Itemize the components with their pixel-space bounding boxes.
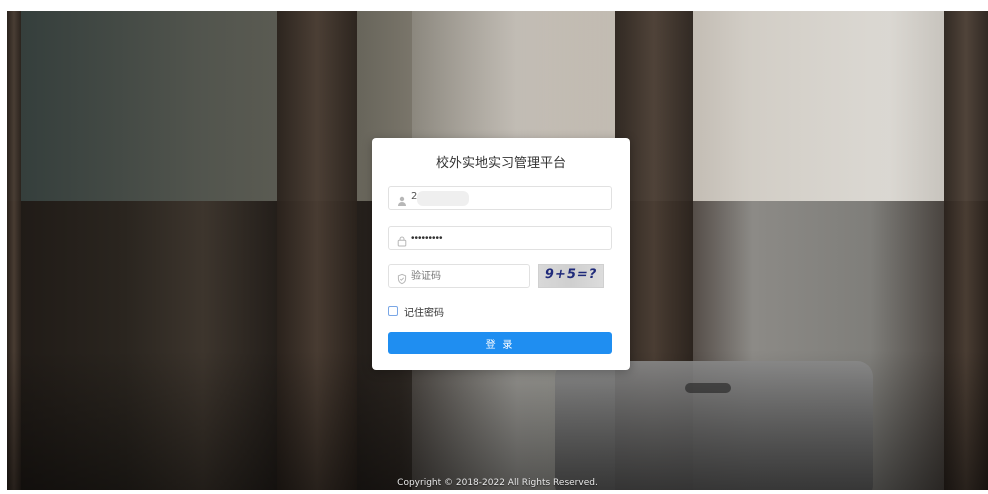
login-button[interactable]: 登 录 xyxy=(388,332,612,354)
shield-icon xyxy=(396,270,408,285)
password-input[interactable] xyxy=(411,227,601,249)
remember-checkbox[interactable] xyxy=(388,306,398,316)
captcha-field[interactable] xyxy=(388,264,601,288)
remember-password[interactable]: 记住密码 xyxy=(388,304,444,319)
copyright-text: Copyright © 2018-2022 All Rights Reserve… xyxy=(397,478,598,488)
username-field[interactable]: 2 xyxy=(388,186,612,210)
remember-label: 记住密码 xyxy=(404,307,444,319)
captcha-text: 9+5=? xyxy=(543,267,599,282)
user-icon xyxy=(396,192,408,206)
captcha-image[interactable]: 9+5=? xyxy=(538,264,604,288)
lock-icon xyxy=(396,232,408,247)
background-floor-shadow xyxy=(7,350,988,490)
login-card: 校外实地实习管理平台 2 验证码 9+5=? 记住密码 登 录 xyxy=(372,138,630,370)
login-page: Copyright © 2018-2022 All Rights Reserve… xyxy=(0,0,988,494)
login-title: 校外实地实习管理平台 xyxy=(435,156,566,171)
username-input[interactable] xyxy=(411,187,601,209)
password-field[interactable] xyxy=(388,226,612,250)
